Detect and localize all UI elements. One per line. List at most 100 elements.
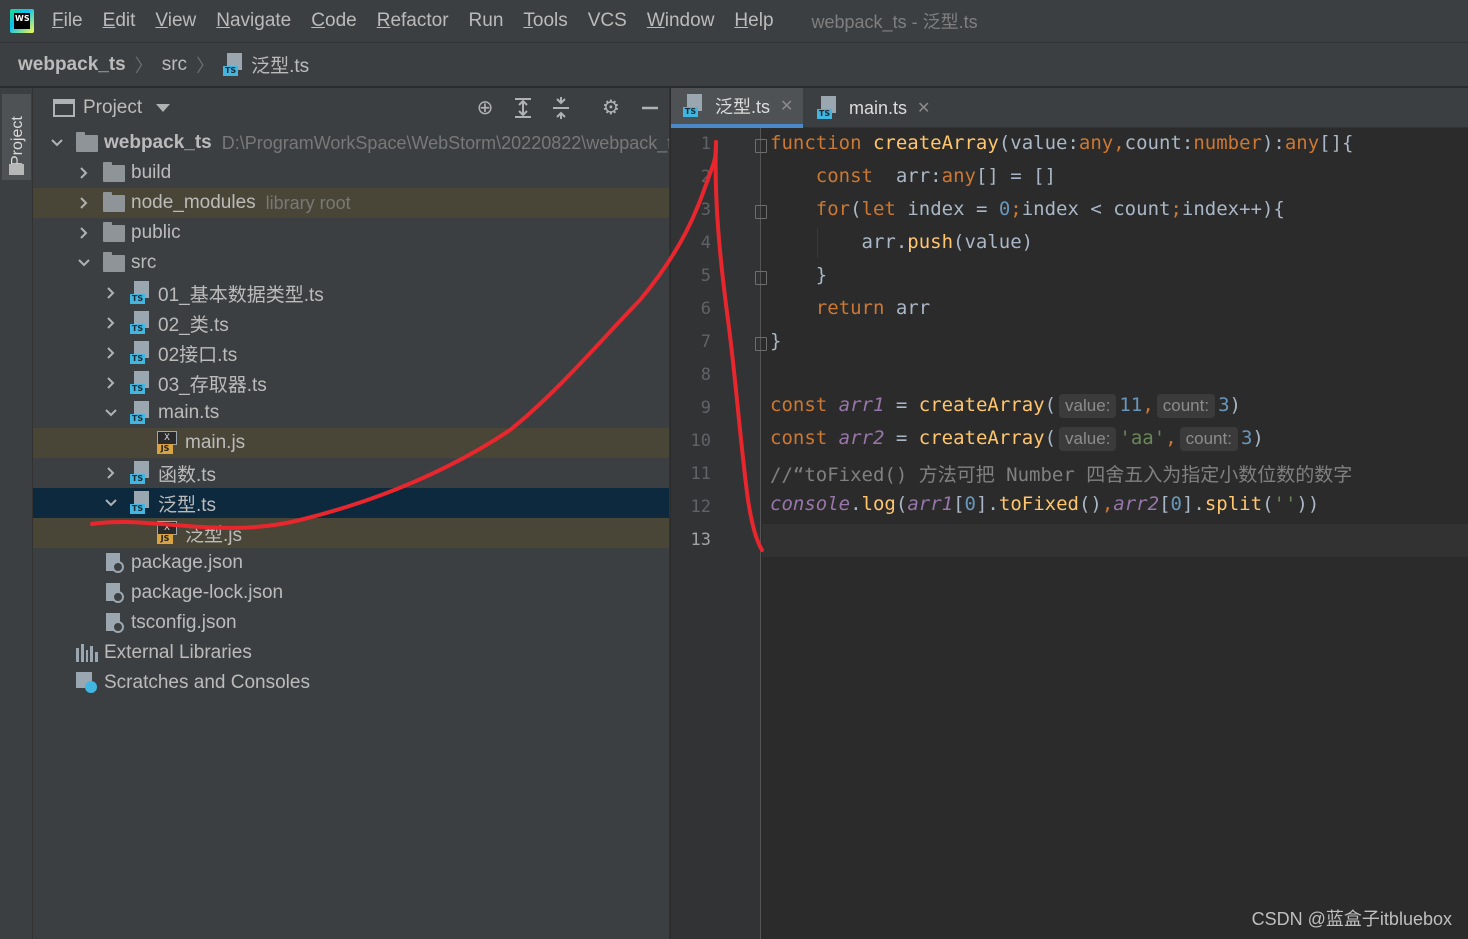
tree-item-label: 函数.ts (158, 464, 217, 486)
folder-icon (103, 161, 125, 182)
tree-item-file[interactable]: TS 02接口.ts (33, 338, 669, 368)
code-line-7: } (770, 330, 782, 352)
tree-item-main-js[interactable]: X JS main.js (33, 428, 669, 458)
folder-icon (103, 191, 125, 212)
project-panel-header: Project ⊕ ⚙ (33, 88, 669, 128)
editor-tab-bar: TS 泛型.ts ✕ TS main.ts ✕ (671, 88, 1468, 128)
menu-item[interactable]: Edit (103, 10, 136, 32)
code-line-9: const arr1 = createArray(value: 11, count:… (770, 394, 1241, 418)
hide-icon[interactable] (638, 96, 662, 120)
typescript-file-icon: TS (130, 401, 152, 425)
chevron-right-icon[interactable] (76, 225, 92, 241)
line-number: 6 (700, 299, 711, 319)
tree-item-public[interactable]: public (33, 218, 669, 248)
chevron-down-icon[interactable] (103, 405, 119, 421)
tree-item-node-modules[interactable]: node_modules library root (33, 188, 669, 218)
menu-item[interactable]: VCS (588, 10, 627, 32)
json-file-icon (103, 551, 125, 575)
close-icon[interactable]: ✕ (780, 96, 793, 116)
tree-item-label: webpack_ts (104, 132, 212, 153)
typescript-file-icon: TS (130, 341, 152, 365)
chevron-right-icon[interactable] (103, 315, 119, 331)
typescript-file-icon: TS (223, 52, 245, 77)
tree-item-label: External Libraries (104, 642, 252, 663)
tree-item-label: tsconfig.json (131, 612, 237, 633)
typescript-file-icon: TS (683, 94, 705, 118)
chevron-right-icon[interactable] (76, 165, 92, 181)
settings-icon[interactable]: ⚙ (599, 96, 623, 120)
fold-marker-icon[interactable] (755, 205, 767, 219)
line-number-gutter: 1 2 3 4 5 6 7 8 9 10 11 12 13 (671, 128, 767, 939)
line-number: 9 (700, 398, 711, 418)
chevron-right-icon[interactable] (76, 195, 92, 211)
tab-generics-ts[interactable]: TS 泛型.ts ✕ (671, 88, 803, 128)
tree-item-scratches[interactable]: Scratches and Consoles (33, 668, 669, 698)
tree-item-main-ts[interactable]: TS main.ts (33, 398, 669, 428)
tree-item-file[interactable]: TS 02_类.ts (33, 308, 669, 338)
tree-item-generics-ts[interactable]: TS 泛型.ts (33, 488, 669, 518)
tree-item-package-lock-json[interactable]: package-lock.json (33, 578, 669, 608)
tree-item-file[interactable]: TS 01_基本数据类型.ts (33, 278, 669, 308)
locate-icon[interactable]: ⊕ (473, 96, 497, 120)
menu-item[interactable]: Navigate (216, 10, 291, 32)
library-icon (76, 644, 98, 662)
expand-all-icon[interactable] (511, 96, 535, 120)
menu-item[interactable]: Tools (523, 10, 567, 32)
breadcrumb-folder[interactable]: src (162, 54, 187, 76)
chevron-right-icon[interactable] (103, 375, 119, 391)
typescript-file-icon: TS (130, 311, 152, 335)
code-line-10: const arr2 = createArray(value:'aa', coun… (770, 427, 1264, 451)
tree-item-external-libraries[interactable]: External Libraries (33, 638, 669, 668)
tree-item-tsconfig-json[interactable]: tsconfig.json (33, 608, 669, 638)
tab-main-ts[interactable]: TS main.ts ✕ (805, 88, 935, 128)
chevron-down-icon[interactable] (76, 255, 92, 271)
line-number: 2 (700, 167, 711, 187)
menu-bar: WS File Edit View Navigate Code Refactor Run To… (0, 0, 1468, 43)
line-number: 3 (700, 200, 711, 220)
line-number: 5 (700, 266, 711, 286)
tree-item-project-root[interactable]: webpack_ts D:\ProgramWorkSpace\WebStorm\2… (33, 128, 669, 158)
menu-item[interactable]: Refactor (377, 10, 449, 32)
chevron-right-icon[interactable] (103, 345, 119, 361)
tree-item-build[interactable]: build (33, 158, 669, 188)
menu-item[interactable]: Help (734, 10, 773, 32)
tree-item-label: 03_存取器.ts (158, 374, 267, 396)
folder-icon (103, 221, 125, 242)
chevron-right-icon[interactable] (103, 285, 119, 301)
panel-icon (53, 99, 75, 117)
code-line-6: return arr (815, 297, 931, 319)
chevron-right-icon[interactable] (103, 465, 119, 481)
line-number: 1 (700, 134, 711, 154)
breadcrumb-file[interactable]: 泛型.ts (251, 51, 309, 78)
close-icon[interactable]: ✕ (917, 98, 930, 118)
fold-marker-icon[interactable] (755, 337, 767, 351)
tree-item-package-json[interactable]: package.json (33, 548, 669, 578)
line-number: 11 (690, 464, 711, 484)
project-view-selector[interactable]: Project (83, 97, 142, 119)
breadcrumb-project[interactable]: webpack_ts (18, 54, 126, 76)
tree-item-generics-js[interactable]: X JS 泛型.js (33, 518, 669, 548)
collapse-all-icon[interactable] (549, 96, 573, 120)
tree-item-src[interactable]: src (33, 248, 669, 278)
tree-item-file[interactable]: TS 函数.ts (33, 458, 669, 488)
code-line-11: //“toFixed() 方法可把 Number 四舍五入为指定小数位数的数字 (770, 464, 1353, 486)
menu-item[interactable]: View (155, 10, 196, 32)
menu-item[interactable]: File (52, 10, 83, 32)
line-number: 8 (700, 365, 711, 385)
webstorm-logo-icon: WS (10, 9, 34, 33)
menu-item[interactable]: Run (469, 10, 504, 32)
chevron-down-icon[interactable] (156, 104, 171, 112)
code-line-1: function createArray(value:any,count:num… (770, 132, 1354, 154)
typescript-file-icon: TS (130, 461, 152, 485)
tree-item-label: package-lock.json (131, 582, 284, 603)
chevron-down-icon[interactable] (49, 135, 65, 151)
line-number: 7 (700, 332, 711, 352)
fold-marker-icon[interactable] (755, 271, 767, 285)
tree-item-file[interactable]: TS 03_存取器.ts (33, 368, 669, 398)
menu-item[interactable]: Window (647, 10, 715, 32)
menu-item[interactable]: Code (311, 10, 356, 32)
fold-marker-icon[interactable] (755, 139, 767, 153)
watermark: CSDN @蓝盒子itbluebox (1251, 909, 1452, 929)
parameter-hint: value: (1059, 427, 1117, 451)
chevron-down-icon[interactable] (103, 495, 119, 511)
